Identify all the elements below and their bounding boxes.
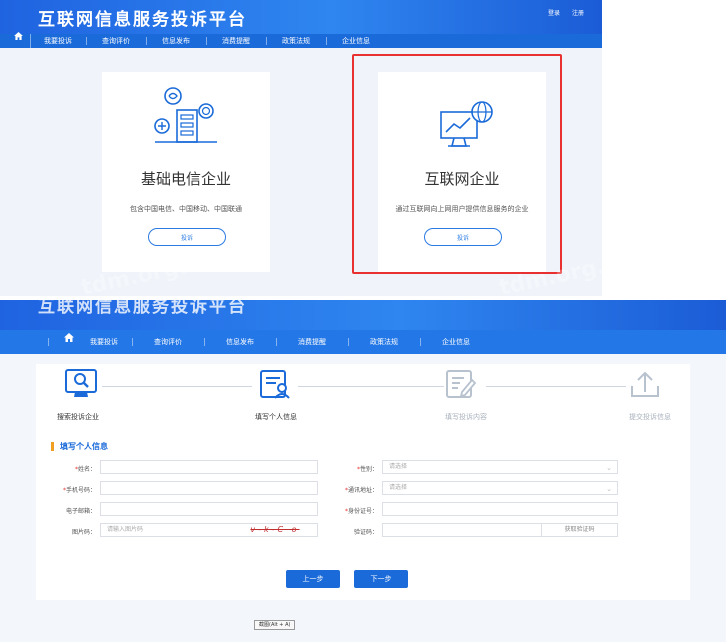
screenshot-hint: 截图(Alt + A) [254,620,296,630]
email-input[interactable] [100,502,318,516]
captcha-label: 图片码： [71,529,96,536]
nav-item-consumer[interactable]: 消费提醒 [276,337,348,347]
nav-home[interactable]: 我要投诉 [0,32,86,46]
login-link[interactable]: 登录 [548,8,560,17]
step-label: 填写投诉内容 [445,413,487,421]
nav-home[interactable]: 我要投诉 [0,333,132,347]
platform-title: 互联网信息服务投诉平台 [38,10,247,30]
nav-item-complain: 我要投诉 [44,37,72,45]
idcard-label: *身份证号： [344,508,378,515]
chevron-down-icon: ⌄ [606,464,612,472]
telecom-card-title: 基础电信企业 [140,170,231,188]
phone-input[interactable] [100,481,318,495]
step-personal-info: 填写个人信息 [255,368,297,421]
step-label: 填写个人信息 [255,413,297,421]
prev-step-button[interactable]: 上一步 [286,570,340,588]
address-select[interactable]: 请选择 ⌄ [382,481,618,495]
captcha-input[interactable]: 请输入图片码 v-k-C o [100,523,318,537]
nav-item-query[interactable]: 查询评价 [132,337,204,347]
telecom-building-icon [154,87,217,143]
highlight-box [352,54,562,274]
search-monitor-icon [65,369,97,397]
nav-item-policy[interactable]: 政策法规 [348,337,420,347]
step-search: 搜索投诉企业 [57,368,99,421]
nav-item-query[interactable]: 查询评价 [86,36,146,46]
header-banner: 互联网信息服务投诉平台 [0,300,726,330]
platform-title: 互联网信息服务投诉平台 [38,300,247,317]
edit-document-icon [446,370,477,398]
address-label: *通讯地址： [344,487,378,494]
form-user-icon [260,370,290,399]
chevron-down-icon: ⌄ [606,485,612,493]
nav-item-info[interactable]: 信息发布 [146,36,206,46]
nav-item-company[interactable]: 企业信息 [420,337,492,347]
name-input[interactable] [100,460,318,474]
enterprise-type-screen: 互联网信息服务投诉平台 登录 注册 我要投诉 查询评价 信息发布 消费提醒 政策… [0,0,602,296]
email-label: 电子邮箱： [65,508,96,515]
captcha-image[interactable]: v-k-C o [237,524,313,536]
sms-code-input[interactable]: 获取验证码 [382,523,618,537]
step-label: 提交投诉信息 [629,413,671,421]
get-code-button[interactable]: 获取验证码 [541,524,617,536]
gender-label: *性别： [356,466,378,473]
next-step-button[interactable]: 下一步 [354,570,408,588]
nav-item-complain: 我要投诉 [90,338,118,346]
step-complaint-content: 填写投诉内容 [444,368,487,421]
main-nav: 我要投诉 查询评价 信息发布 消费提醒 政策法规 企业信息 [0,32,602,48]
telecom-complain-button[interactable]: 投诉 [148,228,226,246]
form-panel: 搜索投诉企业 填写个人信息 填写投诉内容 提交投诉信息 填写个人信息 *姓名： … [36,364,690,600]
section-title: 填写个人信息 [51,442,108,451]
name-label: *姓名： [74,466,96,473]
home-icon [64,333,74,342]
step-label: 搜索投诉企业 [57,413,99,421]
phone-label: *手机号码： [62,487,96,494]
sms-label: 验证码： [353,529,378,536]
personal-info-screen: 互联网信息服务投诉平台 我要投诉 查询评价 信息发布 消费提醒 政策法规 企业信… [0,300,726,642]
nav-item-info[interactable]: 信息发布 [204,337,276,347]
telecom-card-desc: 包含中国电信、中国移动、中国联通 [130,205,242,213]
gender-select[interactable]: 请选择 ⌄ [382,460,618,474]
nav-item-company[interactable]: 企业信息 [326,36,386,46]
register-link[interactable]: 注册 [572,8,584,17]
step-connector [102,386,252,387]
idcard-input[interactable] [382,502,618,516]
main-nav: 我要投诉 查询评价 信息发布 消费提醒 政策法规 企业信息 [0,330,726,354]
header-banner: 互联网信息服务投诉平台 登录 注册 [0,0,602,34]
telecom-card[interactable]: 基础电信企业 包含中国电信、中国移动、中国联通 投诉 [102,72,270,272]
nav-item-consumer[interactable]: 消费提醒 [206,36,266,46]
step-connector [298,386,444,387]
step-submit: 提交投诉信息 [628,368,671,421]
nav-item-policy[interactable]: 政策法规 [266,36,326,46]
step-connector [486,386,626,387]
upload-icon [631,371,659,397]
home-icon [14,32,23,40]
